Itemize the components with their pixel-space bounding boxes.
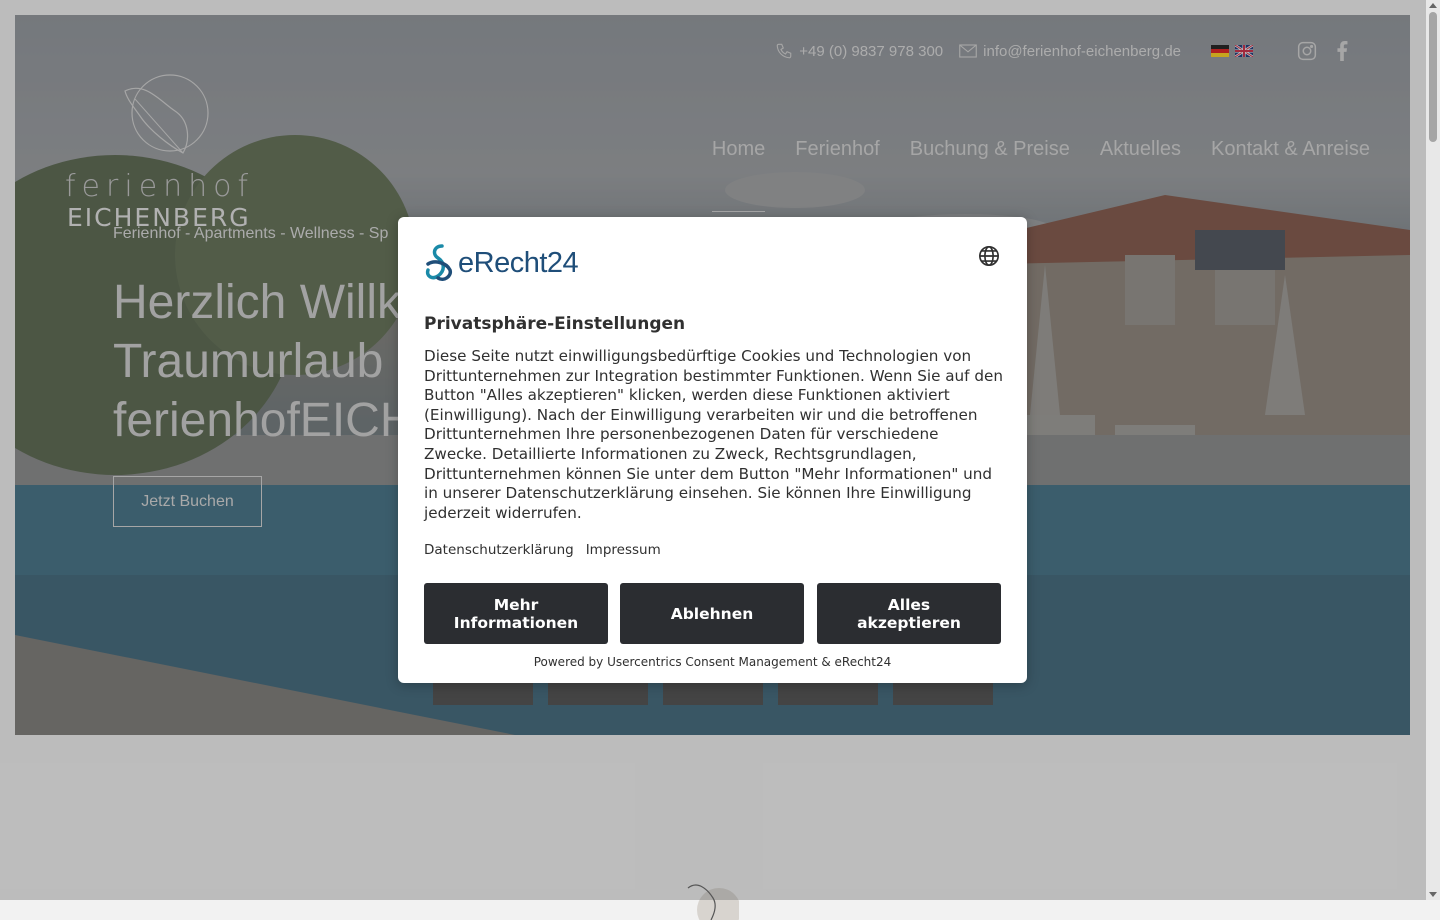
dialog-description: Diese Seite nutzt einwilligungsbedürftig… [424, 347, 1003, 522]
privacy-policy-link[interactable]: Datenschutzerklärung [424, 542, 574, 558]
scrollbar-thumb[interactable] [1429, 12, 1437, 142]
powered-by-text: Powered by Usercentrics Consent Manageme… [533, 655, 892, 669]
consent-dialog: eRecht24 Privatsphäre-Einstellungen Dies… [398, 217, 1027, 683]
brand-name: eRecht24 [458, 246, 579, 279]
dialog-title: Privatsphäre-Einstellungen [424, 314, 686, 334]
accept-label-1: Alles [887, 595, 931, 614]
more-info-label-2: Informationen [453, 613, 579, 632]
scroll-down-icon[interactable] [1429, 892, 1437, 897]
dialog-links: Datenschutzerklärung Impressum [424, 542, 673, 558]
erecht24-logo: eRecht24 [424, 244, 579, 282]
erecht24-mark-icon [425, 244, 453, 282]
decline-label: Ablehnen [670, 604, 754, 623]
accept-label-2: akzeptieren [857, 613, 961, 632]
imprint-link[interactable]: Impressum [586, 542, 661, 558]
page-scrollbar[interactable] [1426, 0, 1440, 900]
more-information-button[interactable]: Mehr Informationen [424, 583, 608, 644]
decline-button[interactable]: Ablehnen [620, 583, 804, 644]
language-globe-icon[interactable] [978, 245, 1000, 267]
more-info-label-1: Mehr [493, 595, 539, 614]
accept-all-button[interactable]: Alles akzeptieren [817, 583, 1001, 644]
scroll-up-icon[interactable] [1429, 3, 1437, 8]
